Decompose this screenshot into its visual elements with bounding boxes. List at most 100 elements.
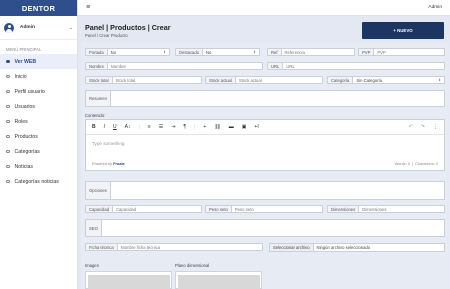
imagen-upload[interactable] (85, 271, 172, 289)
list-icon[interactable]: ☰ (159, 124, 163, 130)
stock-total-placeholder: Stock total (115, 77, 136, 83)
sidebar-item-perfil-usuario[interactable]: Perfil usuario (0, 84, 77, 99)
sidebar: DENTOR Admin ⌄ MENÚ PRINCIPAL Ver WEB In… (0, 0, 78, 289)
sidebar-item-ver-web[interactable]: Ver WEB (0, 54, 77, 69)
brand-logo[interactable]: DENTOR (0, 0, 77, 16)
sidebar-item-inicio[interactable]: Inicio (0, 69, 77, 84)
seo-label: SEO (86, 220, 102, 236)
select-arrows-icon: ⇕ (438, 78, 441, 82)
categoria-select[interactable]: Categoría Sin Categoría ⇕ (327, 76, 445, 84)
file-status: Ningún archivo seleccionado (316, 245, 371, 250)
topbar: ≡ Admin (78, 0, 450, 16)
resumen-input[interactable] (111, 91, 444, 106)
hamburger-menu-icon[interactable]: ≡ (86, 4, 90, 11)
stock-actual-field[interactable]: Stock actual Stock actual (205, 76, 323, 84)
portada-value: No (110, 49, 117, 55)
font-size-button[interactable]: A↕ (125, 124, 131, 130)
url-field[interactable]: URL URL (267, 62, 445, 70)
opciones-field[interactable]: Opciones (85, 181, 445, 200)
capacidad-field[interactable]: Capacidad Capacidad (85, 205, 202, 213)
nombre-field[interactable]: Nombre Nombre (85, 62, 263, 70)
sidebar-item-label: Ver WEB (14, 58, 37, 65)
paragraph-icon[interactable]: ¶ (183, 124, 186, 130)
dimensiones-label: Dimensiones (328, 206, 360, 212)
portada-select[interactable]: Portada No ⇕ (85, 48, 170, 56)
words-count: 0 (407, 162, 410, 166)
destacado-label: Destacado (176, 49, 204, 55)
redo-icon[interactable]: ↷ (421, 124, 425, 130)
ref-label: Ref (268, 49, 282, 55)
dimensiones-field[interactable]: Dimensiones Dimensiones (327, 205, 445, 213)
bullet-icon (6, 149, 10, 154)
file-input[interactable]: Seleccionar archivo Ningún archivo selec… (269, 243, 445, 252)
sidebar-item-noticias[interactable]: Noticias (0, 159, 77, 174)
chars-label: Characters (415, 162, 434, 166)
insert-icon[interactable]: + (203, 124, 206, 130)
new-button[interactable]: + NUEVO (362, 22, 444, 39)
sidebar-item-label: Usuarios (14, 103, 35, 110)
align-icon[interactable]: ≡ (148, 124, 151, 130)
undo-icon[interactable]: ↶ (409, 124, 413, 130)
link-icon[interactable]: ⛓ (214, 124, 220, 130)
bold-button[interactable]: B (92, 124, 96, 130)
bullet-icon (6, 179, 10, 184)
ficha-tecnica-label: Ficha técnica (86, 244, 118, 250)
rich-text-editor[interactable]: B I U A↕ | ≡ ☰ ⇥ ¶ | + ⛓ ▬ ▣ +I ↶ ↷ ⋮ Ty… (85, 119, 445, 171)
stock-total-field[interactable]: Stock total Stock total (85, 76, 202, 84)
text-insert-icon[interactable]: +I (254, 124, 258, 130)
breadcrumb: Panel / Crear Producto (85, 33, 128, 38)
imagen-preview (88, 275, 170, 289)
peso-neto-label: Peso neto (206, 206, 232, 212)
capacidad-placeholder: Capacidad (116, 206, 137, 212)
bullet-icon (6, 104, 10, 109)
ficha-tecnica-field[interactable]: Ficha técnica Nombre ficha técnica (85, 243, 263, 251)
bullet-icon (6, 89, 10, 94)
sidebar-item-label: Categorías (14, 148, 40, 155)
italic-button[interactable]: I (104, 124, 105, 130)
plano-label: Plano dimensional (175, 263, 210, 268)
bullet-icon (6, 59, 10, 64)
underline-button[interactable]: U (113, 124, 117, 130)
folder-icon[interactable]: ▬ (229, 124, 234, 130)
ref-field[interactable]: Ref Referencia (267, 48, 355, 56)
toolbar-divider: | (194, 124, 196, 130)
user-name: Admin (20, 25, 35, 30)
peso-neto-field[interactable]: Peso neto Peso neto (205, 205, 323, 213)
topbar-user[interactable]: Admin (428, 5, 442, 10)
sidebar-item-roles[interactable]: Roles (0, 114, 77, 129)
image-icon[interactable]: ▣ (242, 124, 247, 130)
plano-upload[interactable] (175, 271, 262, 289)
editor-body[interactable]: Type something (86, 135, 444, 159)
froala-link[interactable]: Froala (113, 162, 124, 166)
sidebar-item-categorias[interactable]: Categorías (0, 144, 77, 159)
seo-field[interactable]: SEO (85, 219, 445, 237)
menu-section-title: MENÚ PRINCIPAL (6, 47, 42, 52)
imagen-label: Imagen (85, 263, 99, 268)
bullet-icon (6, 164, 10, 169)
destacado-select[interactable]: Destacado No ⇕ (175, 48, 260, 56)
capacidad-label: Capacidad (86, 206, 114, 212)
indent-icon[interactable]: ⇥ (171, 124, 175, 130)
seo-input[interactable] (102, 220, 444, 236)
select-file-button[interactable]: Seleccionar archivo (270, 244, 314, 251)
opciones-input[interactable] (111, 182, 444, 199)
powered-by: Powered by Froala (92, 162, 125, 166)
sidebar-item-label: Perfil usuario (14, 88, 45, 95)
url-placeholder: URL (286, 63, 295, 69)
sidebar-item-label: Inicio (14, 73, 27, 80)
bullet-icon (6, 119, 10, 124)
pvp-placeholder: PVP (377, 49, 386, 55)
sidebar-item-categorias-noticias[interactable]: Categorías noticias (0, 174, 77, 189)
sidebar-item-label: Roles (14, 118, 28, 125)
sidebar-item-usuarios[interactable]: Usuarios (0, 99, 77, 114)
chevron-down-icon[interactable]: ⌄ (69, 25, 73, 31)
more-icon[interactable]: ⋮ (433, 124, 438, 130)
sidebar-item-productos[interactable]: Productos (0, 129, 77, 144)
nombre-placeholder: Nombre (110, 63, 126, 69)
peso-neto-placeholder: Peso neto (234, 206, 254, 212)
user-box[interactable]: Admin ⌄ (0, 16, 77, 40)
stock-total-label: Stock total (86, 77, 113, 83)
pvp-field[interactable]: PVP PVP (358, 48, 445, 56)
ref-placeholder: Referencia (284, 49, 305, 55)
resumen-field[interactable]: Resumen (85, 90, 445, 107)
